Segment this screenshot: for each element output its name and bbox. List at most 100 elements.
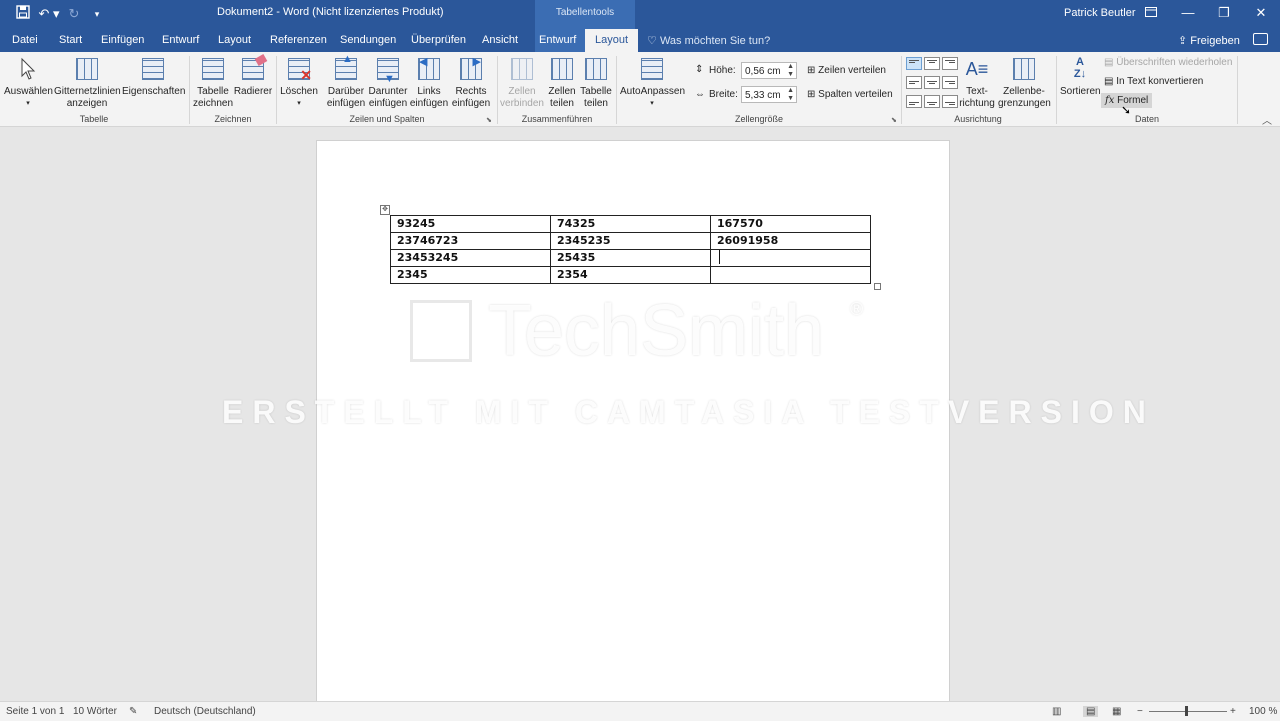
table-resize-handle[interactable] <box>874 283 881 290</box>
align-middle-right-icon[interactable] <box>942 76 958 89</box>
customize-quick-access-icon[interactable]: ▾ <box>90 5 104 23</box>
repeat-header-button[interactable]: ▤ Überschriften wiederholen <box>1104 57 1232 68</box>
zoom-slider[interactable] <box>1149 711 1227 712</box>
minimize-button[interactable]: — <box>1177 4 1199 22</box>
tab-home[interactable]: Start <box>59 34 82 46</box>
distribute-columns-label: Spalten verteilen <box>818 89 893 100</box>
table-cell[interactable]: 23453245 <box>390 249 551 267</box>
tab-layout[interactable]: Layout <box>218 34 251 46</box>
dialog-launcher-icon[interactable]: ⬊ <box>486 116 492 124</box>
sort-az-icon: A Z↓ <box>1073 56 1087 80</box>
table-cell[interactable]: 2345235 <box>550 232 711 250</box>
eraser-button[interactable]: Radierer <box>233 54 273 98</box>
tab-mailings[interactable]: Sendungen <box>340 34 396 46</box>
select-button[interactable]: Auswählen ▾ <box>4 56 53 110</box>
eraser-icon <box>240 54 268 82</box>
distribute-rows-button[interactable]: ⊞ Zeilen verteilen <box>807 65 886 76</box>
width-value: 5,33 cm <box>745 90 781 101</box>
word-count[interactable]: 10 Wörter <box>73 706 117 717</box>
height-input[interactable]: 0,56 cm ▲ ▼ <box>741 62 797 79</box>
tab-insert[interactable]: Einfügen <box>101 34 144 46</box>
table-cell[interactable]: 74325 <box>550 215 711 233</box>
table-cell[interactable]: 167570 <box>710 215 871 233</box>
split-table-button[interactable]: Tabelle teilen <box>579 56 613 110</box>
user-name[interactable]: Patrick Beutler <box>1064 7 1136 19</box>
language[interactable]: Deutsch (Deutschland) <box>154 706 256 717</box>
insert-left-icon: ◀ <box>416 56 442 82</box>
table-cell[interactable]: 23746723 <box>390 232 551 250</box>
delete-table-icon: ✕ <box>286 56 312 82</box>
save-icon[interactable] <box>14 5 32 23</box>
width-input[interactable]: 5,33 cm ▲ ▼ <box>741 86 797 103</box>
insert-right-label-2: einfügen <box>451 98 491 109</box>
convert-to-text-button[interactable]: ▤ In Text konvertieren <box>1104 76 1203 87</box>
split-cells-button[interactable]: Zellen teilen <box>545 56 579 110</box>
sort-button[interactable]: A Z↓ Sortieren <box>1060 56 1101 98</box>
autofit-button[interactable]: AutoAnpassen ▾ <box>620 56 685 110</box>
undo-icon[interactable]: ↶ ▾ <box>38 5 60 23</box>
insert-above-button[interactable]: ▲ Darüber einfügen <box>324 53 368 110</box>
cell-margins-label-1: Zellenbe- <box>1003 86 1045 97</box>
table-cell[interactable]: 25435 <box>550 249 711 267</box>
insert-left-button[interactable]: ◀ Links einfügen <box>408 56 450 110</box>
redo-icon[interactable]: ↻ <box>66 5 82 23</box>
merge-cells-button[interactable]: Zellen verbinden <box>500 56 544 110</box>
align-top-left-icon[interactable] <box>906 57 922 70</box>
table-cell[interactable] <box>710 266 871 284</box>
table-cell[interactable]: 2354 <box>550 266 711 284</box>
spinner-arrows-icon[interactable]: ▲ ▼ <box>787 87 794 103</box>
insert-below-button[interactable]: ▼ Darunter einfügen <box>366 56 410 110</box>
tab-references[interactable]: Referenzen <box>270 34 327 46</box>
gridlines-button[interactable]: Gitternetzlinien anzeigen <box>54 56 121 110</box>
tab-table-layout[interactable]: Layout <box>585 29 639 52</box>
zoom-slider-thumb[interactable] <box>1185 706 1188 716</box>
close-button[interactable]: ✕ <box>1250 4 1272 22</box>
draw-table-button[interactable]: Tabelle zeichnen <box>193 56 233 110</box>
tab-file[interactable]: Datei <box>12 34 38 46</box>
convert-to-text-label: In Text konvertieren <box>1116 76 1204 87</box>
align-top-right-icon[interactable] <box>942 57 958 70</box>
table-cell[interactable]: 2345 <box>390 266 551 284</box>
tell-me-search[interactable]: ♡ Was möchten Sie tun? <box>647 34 770 47</box>
tab-table-design[interactable]: Entwurf <box>539 34 576 46</box>
zoom-out-icon[interactable]: − <box>1137 706 1143 717</box>
document-table[interactable]: 93245 74325 167570 23746723 2345235 2609… <box>390 215 871 284</box>
table-cell[interactable] <box>710 249 871 267</box>
tab-view[interactable]: Ansicht <box>482 34 518 46</box>
web-layout-icon[interactable]: ▦ <box>1112 706 1121 717</box>
group-label-daten: Daten <box>1134 114 1160 124</box>
align-top-center-icon[interactable] <box>924 57 940 70</box>
group-label-zusammenfuehren: Zusammenführen <box>521 114 593 124</box>
text-direction-button[interactable]: A≡ Text- richtung <box>958 56 996 110</box>
distribute-columns-button[interactable]: ⊞ Spalten verteilen <box>807 89 893 100</box>
tab-design[interactable]: Entwurf <box>162 34 199 46</box>
print-layout-icon[interactable]: ▤ <box>1083 706 1099 717</box>
table-cell[interactable]: 26091958 <box>710 232 871 250</box>
table-move-handle-icon[interactable]: ✥ <box>380 205 390 215</box>
dialog-launcher-icon[interactable]: ⬊ <box>891 116 897 124</box>
read-mode-icon[interactable]: ▥ <box>1052 706 1061 717</box>
align-middle-left-icon[interactable] <box>906 76 922 89</box>
share-button[interactable]: ⇪ Freigeben <box>1178 34 1240 47</box>
delete-button[interactable]: ✕ Löschen ▾ <box>280 56 318 110</box>
proofing-icon[interactable]: ✎ <box>129 706 137 717</box>
align-bottom-left-icon[interactable] <box>906 95 922 108</box>
zoom-in-icon[interactable]: + <box>1230 706 1236 717</box>
table-cell[interactable]: 93245 <box>390 215 551 233</box>
zoom-level[interactable]: 100 % <box>1249 706 1277 717</box>
insert-below-icon: ▼ <box>375 56 401 85</box>
cell-margins-button[interactable]: Zellenbe- grenzungen <box>998 56 1051 110</box>
restore-button[interactable]: ❐ <box>1213 4 1235 22</box>
ribbon-display-options-icon[interactable] <box>1140 4 1162 22</box>
page-count[interactable]: Seite 1 von 1 <box>6 706 64 717</box>
align-bottom-center-icon[interactable] <box>924 95 940 108</box>
align-middle-center-icon[interactable] <box>924 76 940 89</box>
insert-right-button[interactable]: ▶ Rechts einfügen <box>450 56 492 110</box>
spinner-arrows-icon[interactable]: ▲ ▼ <box>787 63 794 79</box>
align-bottom-right-icon[interactable] <box>942 95 958 108</box>
comment-icon[interactable] <box>1253 33 1268 45</box>
collapse-ribbon-icon[interactable]: ︿ <box>1262 112 1272 127</box>
properties-button[interactable]: Eigenschaften <box>122 56 186 98</box>
properties-label: Eigenschaften <box>122 86 186 97</box>
tab-review[interactable]: Überprüfen <box>411 34 466 46</box>
